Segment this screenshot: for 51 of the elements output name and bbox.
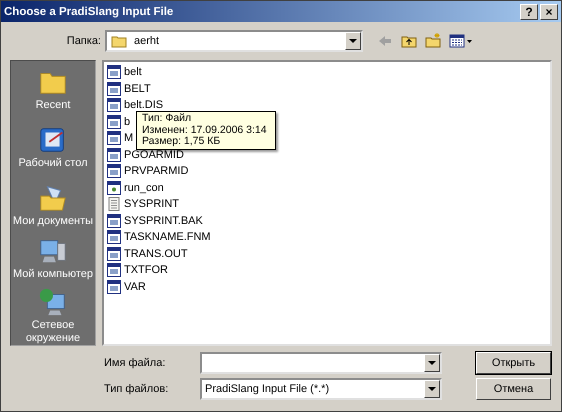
file-item[interactable]: belt.DIS [107,97,164,114]
file-item[interactable]: TXTFOR [107,262,168,278]
file-icon [107,131,121,146]
folder-dropdown[interactable]: aerht [105,30,363,52]
program-icon [107,180,121,195]
file-item[interactable]: M [107,130,134,146]
file-item[interactable]: BELT [107,80,151,97]
open-button[interactable]: Открыть [476,352,551,374]
file-item[interactable]: TRANS.OUT [107,246,188,262]
file-icon [107,280,121,294]
file-item[interactable]: PRVPARMID [107,163,188,180]
file-icon [107,214,121,228]
places-item[interactable]: Сетевое окружение [11,286,95,345]
file-icon [107,148,121,162]
file-icon [107,98,121,112]
tooltip-text: Тип: Файл [142,113,192,124]
file-icon [107,263,121,278]
file-icon [107,114,121,129]
file-item[interactable]: run_con [107,180,164,196]
file-item[interactable]: TASKNAME.FNM [107,229,211,246]
file-item[interactable]: VAR [107,278,146,295]
places-item[interactable]: Рабочий стол [11,125,95,184]
file-item[interactable]: b [107,114,130,130]
folder-icon [111,34,127,48]
window-title: Choose a PradiSlang Input File [4,6,174,18]
file-icon [107,230,121,244]
tooltip-text: Размер: 1,75 КБ [142,136,222,148]
file-item[interactable]: belt [107,64,142,80]
file-icon [107,65,121,80]
view-menu-icon[interactable] [449,33,473,49]
file-item[interactable]: SYSPRINT [107,196,180,212]
file-item[interactable]: SYSPRINT.BAK [107,212,203,229]
help-button[interactable]: ? [520,4,538,20]
places-item[interactable]: Мой компьютер [11,236,95,287]
tooltip-text: Изменен: 17.09.2006 3:14 [142,124,267,136]
file-icon [107,82,121,96]
documents-folder-icon [38,183,68,214]
file-icon [107,164,121,178]
file-item[interactable]: PGOARMID [107,146,184,163]
folder-label: Папка: [66,35,101,47]
file-type-dropdown[interactable]: PradiSlang Input File (*.*) [200,378,442,400]
file-name-label: Имя файла: [104,357,166,369]
cancel-button[interactable]: Отмена [476,378,551,400]
new-folder-icon[interactable] [425,33,441,49]
file-name-field[interactable] [200,352,442,374]
places-item[interactable]: Мои документы [11,183,95,236]
close-button[interactable]: × [540,4,558,20]
places-item[interactable]: Recent [11,67,95,126]
file-type-label: Тип файлов: [104,383,170,395]
text-file-icon [107,197,121,212]
file-icon [107,246,121,261]
